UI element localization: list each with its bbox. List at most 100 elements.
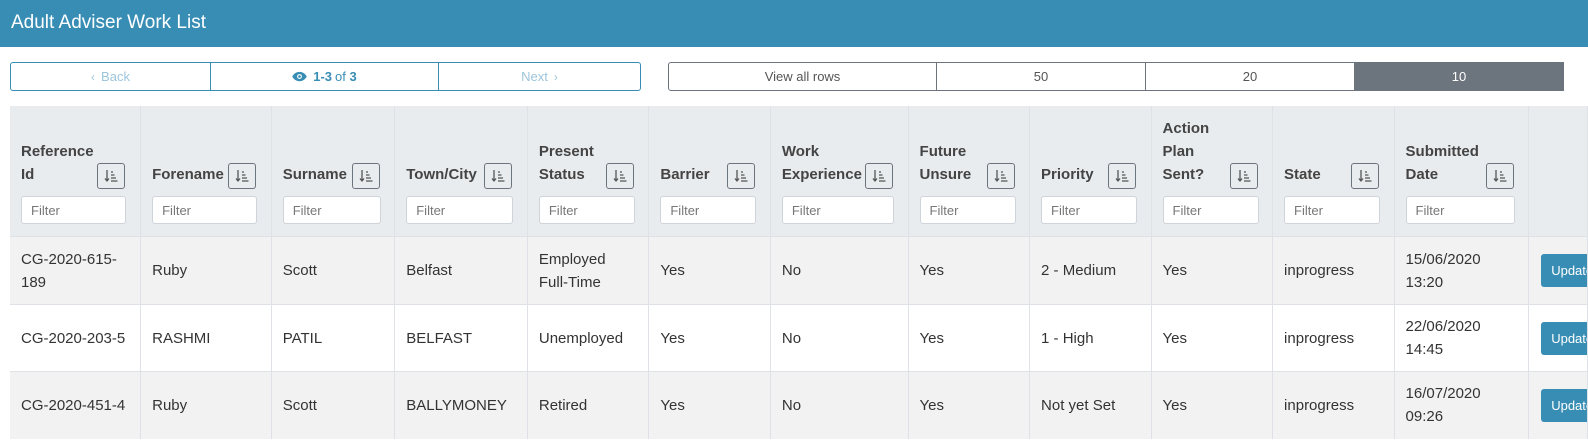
view-all-rows-button[interactable]: View all rows — [668, 62, 937, 91]
cell-priority: 2 - Medium — [1029, 236, 1152, 305]
header-row: Reference Id Forename Surname Town/City Prese… — [10, 106, 1588, 237]
cell-barrier-text: Yes — [660, 262, 685, 279]
cell-future-unsure: Yes — [908, 304, 1031, 372]
table-row: CG-2020-615- 189 Ruby Scott Belfast Employed F… — [10, 236, 1588, 305]
cell-action-plan-sent-text: Yes — [1162, 262, 1188, 279]
cell-surname-text: Scott — [282, 396, 317, 414]
cell-work-experience-text: No — [781, 262, 802, 279]
filter-input-priority[interactable] — [1041, 196, 1138, 224]
page-total: 3 — [349, 69, 357, 84]
cell-action-plan-sent: Yes — [1151, 236, 1274, 305]
column-label-line: Submitted — [1405, 143, 1479, 160]
of-label: of — [335, 69, 346, 84]
filter-input-work-experience[interactable] — [781, 196, 894, 224]
cell-present-status-text: Retired — [538, 396, 588, 414]
rows-50-button[interactable]: 50 — [937, 62, 1146, 91]
work-list-table: Reference Id Forename Surname Town/City Prese… — [10, 106, 1588, 439]
column-label-line: Town/City — [406, 166, 477, 183]
filter-input-surname[interactable] — [282, 196, 381, 224]
sort-button-surname[interactable] — [351, 163, 380, 189]
cell-work-experience: No — [770, 304, 909, 372]
column-label-submitted-date: Submitted Date — [1406, 140, 1479, 186]
sort-button-reference-id[interactable] — [97, 163, 125, 189]
cell-future-unsure-text: Yes — [919, 329, 945, 347]
filter-input-forename[interactable] — [152, 196, 258, 224]
sort-button-barrier[interactable] — [727, 163, 756, 189]
filter-input-barrier[interactable] — [660, 196, 757, 224]
cell-action-plan-sent: Yes — [1151, 304, 1274, 372]
cell-state: inprogress — [1272, 236, 1395, 305]
column-header-state: State — [1272, 106, 1395, 237]
sort-button-town-city[interactable] — [484, 163, 513, 189]
cell-barrier: Yes — [648, 304, 771, 372]
cell-surname: Scott — [271, 371, 396, 439]
sort-button-future-unsure[interactable] — [986, 163, 1015, 189]
sort-button-priority[interactable] — [1108, 163, 1137, 189]
cell-surname-text: Scott — [282, 262, 317, 279]
table-row: CG-2020-203-5 RASHMI PATIL BELFAST Unemploye… — [10, 304, 1588, 372]
cell-town-city-text: BALLYMONEY — [406, 396, 507, 414]
cell-reference-id-text: CG-2020-451-4 — [21, 396, 126, 414]
column-label-line: Reference — [21, 143, 94, 160]
cell-state: inprogress — [1272, 304, 1395, 372]
cell-state: inprogress — [1272, 371, 1395, 439]
cell-forename: Ruby — [140, 371, 272, 439]
sort-button-submitted-date[interactable] — [1485, 163, 1514, 189]
column-label-town-city: Town/City — [406, 163, 477, 186]
next-label: Next — [521, 69, 548, 84]
cell-town-city-text: BELFAST — [406, 329, 473, 347]
sort-icon — [872, 170, 886, 183]
cell-present-status: Retired — [527, 371, 650, 439]
rows-20-button[interactable]: 20 — [1146, 62, 1355, 91]
back-button[interactable]: ‹ Back — [10, 62, 211, 91]
cell-town-city: Belfast — [394, 236, 528, 305]
column-label-line: Unsure — [919, 166, 972, 183]
sort-button-work-experience[interactable] — [864, 163, 893, 189]
cell-surname: Scott — [271, 236, 396, 305]
column-label-reference-id: Reference Id — [21, 140, 94, 186]
rows-10-button[interactable]: 10 — [1355, 62, 1564, 91]
column-label-line: Barrier — [660, 166, 710, 183]
sort-button-action-plan-sent[interactable] — [1229, 163, 1258, 189]
cell-reference-id: CG-2020-451-4 — [10, 371, 142, 439]
cell-work-experience-text: No — [781, 396, 802, 414]
sort-icon — [491, 170, 505, 183]
sort-button-present-status[interactable] — [605, 163, 634, 189]
column-label-line: Priority — [1041, 166, 1094, 183]
cell-state-text: inprogress — [1284, 329, 1355, 347]
back-label: Back — [101, 69, 130, 84]
cell-forename: Ruby — [140, 236, 272, 305]
cell-priority-text: 1 - High — [1041, 329, 1094, 347]
column-header-town-city: Town/City — [394, 106, 528, 237]
filter-input-submitted-date[interactable] — [1405, 196, 1515, 224]
cell-future-unsure: Yes — [908, 236, 1031, 305]
cell-present-status: Employed Full-Time — [527, 236, 650, 305]
update-button[interactable]: Update — [1541, 321, 1587, 355]
column-header-work-experience: Work Experience — [770, 106, 909, 237]
cell-submitted-date-text: 15/06/2020 — [1405, 250, 1481, 268]
cell-town-city: BALLYMONEY — [394, 371, 528, 439]
cell-barrier: Yes — [648, 371, 771, 439]
cell-future-unsure-text: Yes — [919, 396, 945, 414]
filter-input-present-status[interactable] — [538, 196, 635, 224]
column-label-forename: Forename — [152, 163, 224, 186]
update-button[interactable]: Update — [1541, 254, 1587, 287]
sort-button-state[interactable] — [1351, 163, 1380, 189]
filter-input-action-plan-sent[interactable] — [1162, 196, 1259, 224]
sort-button-forename[interactable] — [228, 163, 257, 189]
column-header-present-status: Present Status — [527, 106, 650, 237]
filter-input-state[interactable] — [1284, 196, 1381, 224]
cell-work-experience: No — [770, 236, 909, 305]
cell-barrier: Yes — [648, 236, 771, 305]
filter-input-town-city[interactable] — [406, 196, 514, 224]
filter-input-future-unsure[interactable] — [919, 196, 1016, 224]
filter-input-reference-id[interactable] — [21, 196, 126, 224]
cell-future-unsure: Yes — [908, 371, 1031, 439]
cell-present-status-text: Employed — [538, 250, 606, 268]
next-button[interactable]: Next › — [439, 62, 641, 91]
update-button[interactable]: Update — [1541, 388, 1587, 422]
column-header-reference-id: Reference Id — [10, 106, 142, 237]
cell-priority-text: Not yet Set — [1041, 396, 1116, 414]
column-label-line: Plan — [1162, 143, 1195, 160]
column-label-state: State — [1284, 163, 1321, 186]
